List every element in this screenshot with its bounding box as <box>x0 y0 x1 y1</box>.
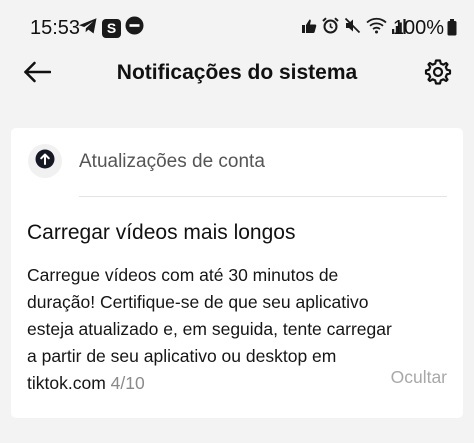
hide-button[interactable]: Ocultar <box>391 364 447 391</box>
section-divider <box>79 196 447 197</box>
wifi-icon <box>366 17 387 39</box>
status-time: 15:53 <box>30 17 81 39</box>
status-right-icons <box>301 17 406 39</box>
section-header: Atualizações de conta <box>11 128 463 196</box>
gear-icon <box>424 58 452 91</box>
status-left-icons: S <box>78 16 144 40</box>
notification-body-line: esteja atualizado e, em seguida, tente c… <box>27 319 392 339</box>
settings-button[interactable] <box>422 58 454 90</box>
notification-body-last-line: tiktok.com 4/10 <box>27 370 451 397</box>
notification-card: Atualizações de conta Carregar vídeos ma… <box>11 128 463 418</box>
notification-title: Carregar vídeos mais longos <box>27 221 296 244</box>
s-app-icon: S <box>102 18 121 38</box>
telegram-icon <box>78 17 98 40</box>
section-title: Atualizações de conta <box>79 151 265 172</box>
battery-percentage: 100% <box>392 17 444 39</box>
notification-body-line: Carregue vídeos com até 30 minutos de <box>27 265 339 285</box>
notification-body[interactable]: Carregue vídeos com até 30 minutos de du… <box>27 262 451 397</box>
do-not-disturb-icon <box>125 16 144 40</box>
arrow-up-circle-icon <box>35 149 55 174</box>
notification-date: 4/10 <box>110 373 145 393</box>
alarm-icon <box>322 17 339 39</box>
section-avatar <box>28 144 62 178</box>
status-bar: 15:53 S 100% <box>0 0 474 54</box>
thumbs-up-icon <box>301 18 317 39</box>
notification-body-line: duração! Certifique-se de que seu aplica… <box>27 292 369 312</box>
notification-link-text: tiktok.com <box>27 373 106 393</box>
page-title: Notificações do sistema <box>116 61 358 84</box>
battery-icon <box>447 19 457 36</box>
mute-icon <box>344 17 361 39</box>
app-header: Notificações do sistema <box>0 54 474 94</box>
notification-body-line: a partir de seu aplicativo ou desktop em <box>27 346 337 366</box>
